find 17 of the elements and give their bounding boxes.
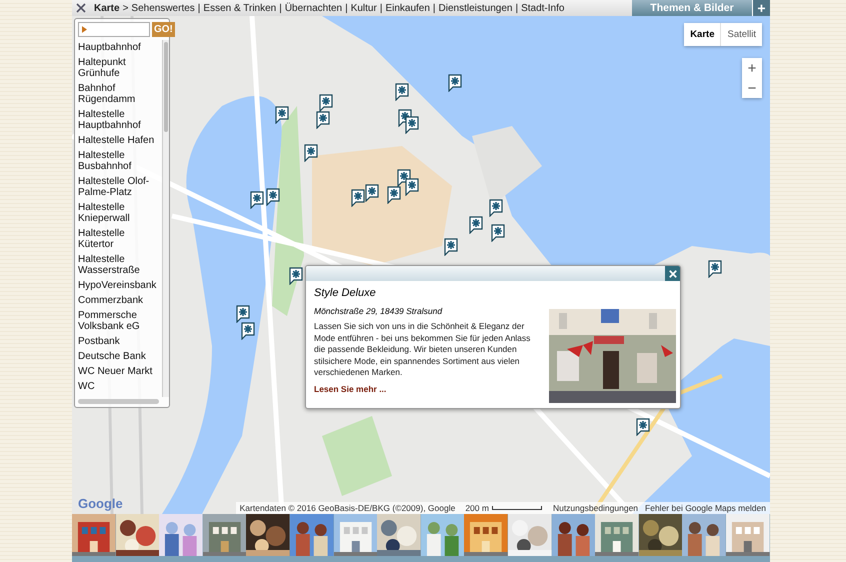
menu-link[interactable]: Essen & Trinken <box>203 2 276 14</box>
menu-link[interactable]: Kultur <box>350 2 377 14</box>
menu-link[interactable]: Übernachten <box>284 2 342 14</box>
menu-link[interactable]: Dienstleistungen <box>438 2 512 14</box>
menu-divider: | <box>279 2 282 14</box>
menu-link[interactable]: Einkaufen <box>385 2 430 14</box>
menu-divider: | <box>198 2 200 14</box>
add-button[interactable]: + <box>752 0 770 16</box>
breadcrumb-separator: > <box>122 2 128 14</box>
close-icon[interactable] <box>76 3 86 13</box>
menu-divider: | <box>432 2 436 14</box>
menu-link[interactable]: Sehenswertes <box>131 2 195 14</box>
breadcrumb-link[interactable]: Karte <box>94 2 120 14</box>
menu-link[interactable]: Stadt-Info <box>521 2 564 14</box>
menu-divider: | <box>380 2 382 14</box>
menu-divider: | <box>345 2 348 14</box>
menu-divider: | <box>515 2 518 14</box>
